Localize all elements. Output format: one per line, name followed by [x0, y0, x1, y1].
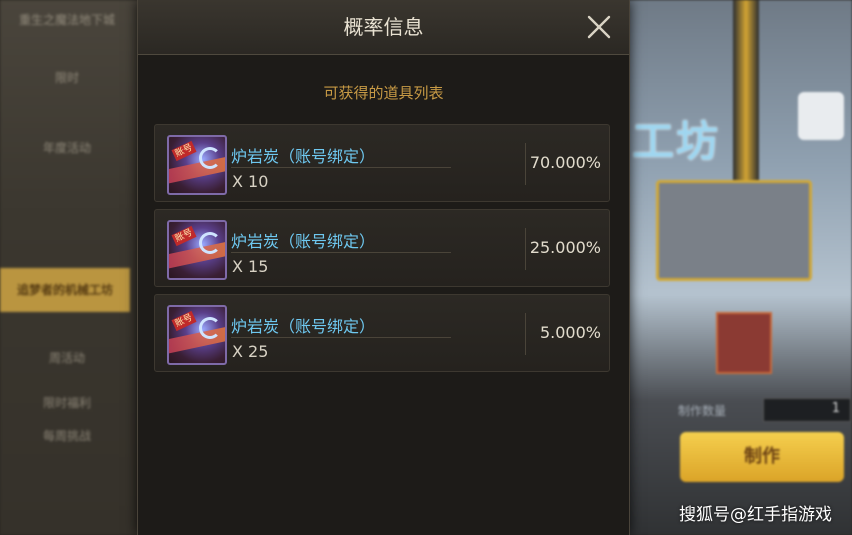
- item-name-underline: [231, 252, 451, 253]
- account-bind-tag: 账号: [171, 225, 197, 247]
- item-probability: 70.000%: [529, 153, 601, 172]
- icon-swirl: [199, 147, 221, 169]
- item-quantity: X 25: [232, 342, 269, 361]
- item-quantity: X 15: [232, 257, 269, 276]
- bg-menu-item: 每周挑战: [42, 429, 91, 443]
- account-bind-tag: 账号: [171, 310, 197, 332]
- bg-robot-mascot: [798, 92, 844, 140]
- bg-menu-item: 年度活动: [42, 141, 91, 155]
- dialog-title: 概率信息: [343, 15, 424, 39]
- lava-coal-icon[interactable]: 账号: [167, 305, 227, 365]
- bg-menu-item: 周活动: [48, 351, 85, 365]
- item-name-underline: [231, 337, 451, 338]
- item-row: 账号 炉岩炭（账号绑定） X 15 25.000%: [154, 209, 610, 287]
- item-probability: 5.000%: [539, 323, 601, 342]
- lava-coal-icon[interactable]: 账号: [167, 220, 227, 280]
- background-workshop-scene: 工坊 制作数量 1 制作: [628, 0, 852, 535]
- probability-info-dialog: 概率信息 可获得的道具列表 账号 炉岩炭（账号绑定） X 10 70.000% …: [137, 0, 630, 535]
- bg-qty-box: 1: [763, 398, 851, 422]
- bg-crane-pole: [733, 0, 759, 180]
- bg-menu-item: 限时: [54, 71, 79, 85]
- item-probability: 25.000%: [529, 238, 601, 257]
- item-row: 账号 炉岩炭（账号绑定） X 25 5.000%: [154, 294, 610, 372]
- lava-coal-icon[interactable]: 账号: [167, 135, 227, 195]
- account-bind-tag: 账号: [171, 140, 197, 162]
- bg-menu-item: 限时福利: [42, 396, 91, 410]
- bg-menu-item: 重生之魔法地下城: [18, 13, 115, 27]
- close-icon[interactable]: [585, 13, 613, 41]
- item-name: 炉岩炭（账号绑定）: [231, 147, 376, 166]
- row-divider: [525, 228, 526, 270]
- dialog-header: 概率信息: [138, 0, 629, 55]
- bg-machine: [656, 180, 812, 281]
- bg-make-button: 制作: [680, 432, 844, 482]
- item-name: 炉岩炭（账号绑定）: [231, 317, 376, 336]
- icon-swirl: [199, 317, 221, 339]
- item-list-subtitle: 可获得的道具列表: [323, 84, 444, 102]
- item-quantity: X 10: [232, 172, 269, 191]
- row-divider: [525, 143, 526, 185]
- item-name: 炉岩炭（账号绑定）: [231, 232, 376, 251]
- background-left-menu: 重生之魔法地下城 限时 年度活动 追梦者的机械工坊 周活动 限时福利 每周挑战: [0, 0, 140, 535]
- bg-workshop-sign: 工坊: [632, 117, 721, 166]
- icon-swirl: [199, 232, 221, 254]
- watermark: 搜狐号@红手指游戏: [679, 505, 832, 525]
- bg-qty-value: 1: [831, 401, 840, 416]
- bg-item-preview: [716, 312, 772, 374]
- bg-qty-label: 制作数量: [678, 404, 727, 418]
- bg-menu-item-active: 追梦者的机械工坊: [0, 268, 130, 312]
- row-divider: [525, 313, 526, 355]
- item-name-underline: [231, 167, 451, 168]
- item-row: 账号 炉岩炭（账号绑定） X 10 70.000%: [154, 124, 610, 202]
